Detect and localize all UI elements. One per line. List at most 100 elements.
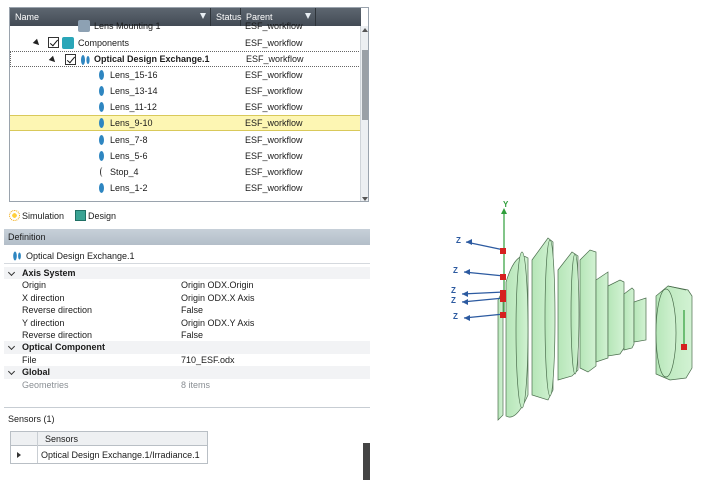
- tree-row[interactable]: Lens_5-6 ESF_workflow: [10, 148, 361, 164]
- property-value[interactable]: False: [181, 304, 203, 316]
- lens-icon: [99, 151, 104, 161]
- property-grid: Axis System Origin Origin ODX.Origin X d…: [4, 267, 370, 391]
- tree-row-components[interactable]: Components ESF_workflow: [10, 35, 361, 51]
- property-value[interactable]: Origin ODX.Origin: [181, 279, 254, 291]
- tab-simulation[interactable]: Simulation: [8, 206, 64, 226]
- tree-row-parent: ESF_workflow: [245, 102, 303, 112]
- sensors-title: Sensors (1): [8, 414, 55, 424]
- tree-row-name: Lens_11-12: [110, 102, 157, 112]
- tree-row-optical-design-exchange[interactable]: Optical Design Exchange.1 ESF_workflow: [10, 51, 361, 67]
- tree-row-parent: ESF_workflow: [245, 70, 303, 80]
- visibility-checkbox[interactable]: [65, 54, 76, 65]
- property-key: Y direction: [22, 317, 65, 328]
- tree-row[interactable]: Lens Mounting 1 ESF_workflow: [10, 18, 361, 34]
- tree-row-parent: ESF_workflow: [245, 118, 303, 128]
- category-global[interactable]: Global: [4, 366, 370, 379]
- tree-row-parent: ESF_workflow: [245, 151, 303, 161]
- sensor-name: Optical Design Exchange.1/Irradiance.1: [41, 450, 200, 460]
- property-value[interactable]: False: [181, 329, 203, 341]
- property-key: Reverse direction: [22, 329, 93, 340]
- odx-icon: [81, 55, 90, 65]
- category-label: Global: [22, 367, 51, 378]
- property-row-y-direction[interactable]: Y direction Origin ODX.Y Axis: [4, 317, 370, 329]
- property-row-reverse-direction[interactable]: Reverse direction False: [4, 304, 370, 316]
- tree-row[interactable]: Lens_13-14 ESF_workflow: [10, 83, 361, 99]
- tree-row[interactable]: Lens_7-8 ESF_workflow: [10, 132, 361, 148]
- 3d-viewport[interactable]: Y Z Z Z Z Z: [420, 190, 712, 430]
- tree-row-name: Lens_15-16: [110, 70, 158, 80]
- property-row-file[interactable]: File 710_ESF.odx: [4, 354, 370, 366]
- object-title-label: Optical Design Exchange.1: [26, 251, 135, 261]
- tree-row-name: Optical Design Exchange.1: [94, 54, 210, 64]
- tree-row-name: Lens_7-8: [110, 135, 148, 145]
- lens-icon: [99, 102, 104, 112]
- tree-row-name: Lens_9-10: [110, 118, 153, 128]
- z-axis-label: Z: [456, 236, 461, 245]
- property-key: File: [22, 354, 37, 365]
- expand-icon[interactable]: [48, 55, 58, 65]
- tab-design-label: Design: [88, 211, 117, 221]
- lens-icon: [99, 86, 104, 96]
- y-axis-label: Y: [503, 200, 509, 209]
- property-key: Geometries: [22, 379, 69, 390]
- tree-row-name: Components: [78, 38, 130, 48]
- z-axis-label: Z: [453, 266, 458, 275]
- lens-icon: [99, 118, 104, 128]
- tree-row[interactable]: Stop_4 ESF_workflow: [10, 164, 361, 180]
- tree-row-name: Lens_1-2: [110, 183, 148, 193]
- sensors-column-label: Sensors: [45, 434, 79, 444]
- specification-tree: Name Status Parent Lens Mounting 1 ESF_w…: [9, 7, 369, 202]
- category-label: Axis System: [22, 268, 76, 278]
- chevron-down-icon[interactable]: [7, 368, 16, 376]
- tree-scrollbar[interactable]: [360, 26, 368, 201]
- tree-row[interactable]: Lens_11-12 ESF_workflow: [10, 99, 361, 115]
- tree-row-parent: ESF_workflow: [245, 183, 303, 193]
- chevron-down-icon[interactable]: [7, 343, 16, 351]
- odx-icon: [13, 251, 21, 261]
- tree-row-name: Lens_13-14: [110, 86, 158, 96]
- tab-design[interactable]: Design: [74, 206, 116, 226]
- z-axis-label: Z: [453, 312, 458, 321]
- category-axis-system[interactable]: Axis System: [4, 267, 370, 280]
- expand-icon[interactable]: [32, 38, 42, 48]
- property-row-x-direction[interactable]: X direction Origin ODX.X Axis: [4, 292, 370, 304]
- tree-row-parent: ESF_workflow: [245, 38, 303, 48]
- lens-icon: [99, 135, 104, 145]
- property-value[interactable]: 710_ESF.odx: [181, 354, 235, 366]
- tree-row-parent: ESF_workflow: [245, 167, 303, 177]
- category-optical-component[interactable]: Optical Component: [4, 341, 370, 354]
- lens-icon: [99, 183, 104, 193]
- sensors-scrollbar[interactable]: [363, 443, 370, 480]
- lens-assembly-model[interactable]: [420, 190, 712, 430]
- tree-row-parent: ESF_workflow: [245, 86, 303, 96]
- tree-row[interactable]: Lens_1-2 ESF_workflow: [10, 180, 361, 196]
- property-row-reverse-direction[interactable]: Reverse direction False: [4, 329, 370, 341]
- workbench-tabs: Simulation Design: [4, 206, 370, 226]
- property-row-origin[interactable]: Origin Origin ODX.Origin: [4, 279, 370, 291]
- category-label: Optical Component: [22, 342, 105, 353]
- property-key: X direction: [22, 292, 65, 303]
- design-icon: [75, 210, 86, 221]
- scroll-down-icon[interactable]: [362, 197, 368, 201]
- chevron-down-icon[interactable]: [7, 268, 16, 277]
- tree-body: Lens Mounting 1 ESF_workflow Components …: [10, 20, 361, 201]
- tree-row-selected[interactable]: Lens_9-10 ESF_workflow: [10, 115, 361, 131]
- property-row-geometries[interactable]: Geometries 8 items: [4, 379, 370, 391]
- scroll-thumb[interactable]: [362, 50, 368, 120]
- sensors-table-header: Sensors: [11, 432, 207, 446]
- tree-row-parent: ESF_workflow: [246, 54, 304, 64]
- definition-header: Definition: [4, 229, 370, 245]
- tree-row[interactable]: Lens_15-16 ESF_workflow: [10, 67, 361, 83]
- tree-row-parent: ESF_workflow: [245, 21, 303, 31]
- simulation-icon: [9, 210, 20, 221]
- property-value[interactable]: Origin ODX.X Axis: [181, 292, 255, 304]
- sensors-table: Sensors Optical Design Exchange.1/Irradi…: [10, 431, 208, 464]
- scroll-up-icon[interactable]: [362, 28, 368, 32]
- property-value[interactable]: Origin ODX.Y Axis: [181, 317, 254, 329]
- sensors-panel: Sensors (1) Sensors Optical Design Excha…: [4, 407, 370, 480]
- table-row[interactable]: Optical Design Exchange.1/Irradiance.1: [11, 447, 207, 464]
- property-key: Origin: [22, 280, 47, 291]
- visibility-checkbox[interactable]: [48, 37, 59, 48]
- row-indicator-icon: [17, 452, 21, 458]
- tree-row-name: Stop_4: [110, 167, 139, 177]
